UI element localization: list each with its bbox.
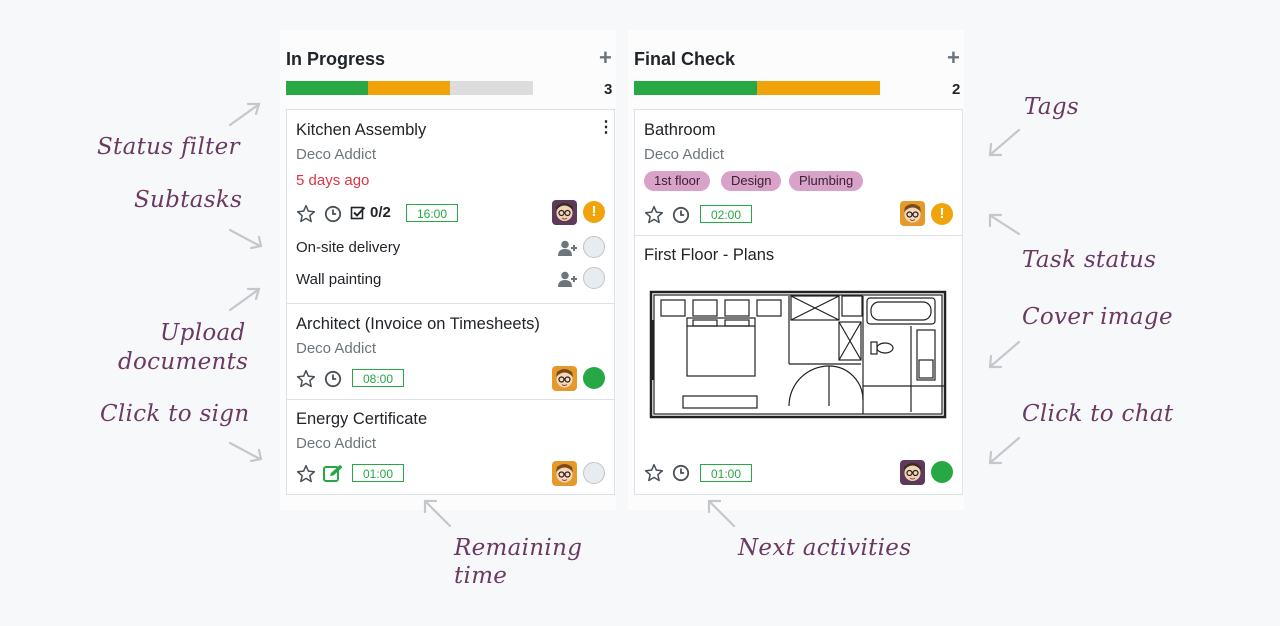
- annotation-task-status: Task status: [1022, 247, 1157, 273]
- task-title: Architect (Invoice on Timesheets): [296, 315, 540, 333]
- add-task-button[interactable]: +: [947, 47, 960, 69]
- task-card[interactable]: First Floor - Plans 01:00: [635, 236, 962, 494]
- status-filter-bar[interactable]: [634, 81, 880, 95]
- annotation-status-filter: Status filter: [97, 134, 240, 160]
- annotation-upload-line1: Upload: [160, 320, 246, 346]
- task-title: First Floor - Plans: [644, 246, 775, 264]
- task-card[interactable]: Kitchen Assembly ⋮ Deco Addict 5 days ag…: [287, 110, 614, 303]
- add-user-icon[interactable]: [558, 240, 578, 256]
- add-task-button[interactable]: +: [599, 47, 612, 69]
- star-icon[interactable]: [296, 204, 316, 224]
- task-card-group: Bathroom Deco Addict 1st floor Design Pl…: [634, 109, 963, 495]
- clock-icon[interactable]: [324, 205, 342, 223]
- avatar[interactable]: [552, 200, 577, 225]
- annotation-click-to-chat: Click to chat: [1022, 401, 1174, 427]
- checkbox-icon[interactable]: [350, 205, 366, 221]
- arrow-icon: [988, 436, 1021, 465]
- remaining-time: 02:00: [700, 205, 752, 223]
- task-title: Bathroom: [644, 121, 716, 139]
- tag-design[interactable]: Design: [721, 171, 782, 191]
- task-customer: Deco Addict: [644, 146, 725, 163]
- task-deadline: 5 days ago: [296, 172, 370, 189]
- task-status-warning[interactable]: !: [931, 203, 953, 225]
- annotation-subtasks: Subtasks: [134, 187, 243, 213]
- subtask-item[interactable]: On-site delivery: [296, 239, 400, 256]
- task-customer: Deco Addict: [296, 435, 377, 452]
- star-icon[interactable]: [644, 205, 664, 225]
- sign-icon[interactable]: [323, 464, 344, 483]
- remaining-time: 16:00: [406, 204, 458, 222]
- column-count: 2: [952, 81, 961, 98]
- add-user-icon[interactable]: [558, 271, 578, 287]
- arrow-icon: [707, 499, 736, 528]
- avatar[interactable]: [900, 201, 925, 226]
- task-status-done[interactable]: [583, 367, 605, 389]
- tag-1st-floor[interactable]: 1st floor: [644, 171, 711, 191]
- arrow-icon: [988, 128, 1021, 157]
- progress-done[interactable]: [634, 81, 757, 95]
- annotation-cover-image: Cover image: [1022, 304, 1173, 330]
- annotation-remaining-line1: Remaining: [454, 535, 583, 561]
- star-icon[interactable]: [296, 369, 316, 389]
- task-title: Energy Certificate: [296, 410, 428, 428]
- status-filter-bar[interactable]: [286, 81, 533, 95]
- arrow-icon: [228, 228, 263, 250]
- clock-icon[interactable]: [672, 464, 690, 482]
- subtask-status[interactable]: [583, 236, 605, 258]
- annotation-tags: Tags: [1024, 94, 1079, 120]
- remaining-time: 08:00: [352, 369, 404, 387]
- task-title: Kitchen Assembly: [296, 121, 427, 139]
- arrow-icon: [988, 340, 1021, 369]
- avatar[interactable]: [900, 460, 925, 485]
- progress-rest[interactable]: [450, 81, 533, 95]
- progress-warning[interactable]: [757, 81, 880, 95]
- arrow-icon: [228, 102, 261, 127]
- star-icon[interactable]: [296, 464, 316, 484]
- annotation-remaining-line2: time: [454, 563, 508, 589]
- avatar[interactable]: [552, 461, 577, 486]
- task-card[interactable]: Architect (Invoice on Timesheets) Deco A…: [287, 304, 614, 399]
- annotation-upload-line2: documents: [118, 349, 249, 375]
- column-count: 3: [604, 81, 613, 98]
- task-status-done[interactable]: [931, 461, 953, 483]
- task-status-warning[interactable]: !: [583, 201, 605, 223]
- clock-icon[interactable]: [672, 206, 690, 224]
- remaining-time: 01:00: [700, 464, 752, 482]
- task-card[interactable]: Bathroom Deco Addict 1st floor Design Pl…: [635, 110, 962, 235]
- task-status-normal[interactable]: [583, 462, 605, 484]
- subtask-status[interactable]: [583, 267, 605, 289]
- arrow-icon: [228, 287, 261, 312]
- tag-plumbing[interactable]: Plumbing: [789, 171, 864, 191]
- progress-done[interactable]: [286, 81, 368, 95]
- subtask-counter[interactable]: 0/2: [370, 204, 391, 221]
- column-title: Final Check: [634, 49, 736, 69]
- task-card-group: Kitchen Assembly ⋮ Deco Addict 5 days ag…: [286, 109, 615, 495]
- column-title: In Progress: [286, 49, 386, 69]
- annotation-next-activities: Next activities: [738, 535, 912, 561]
- avatar[interactable]: [552, 366, 577, 391]
- arrow-icon: [228, 441, 263, 463]
- clock-icon[interactable]: [324, 370, 342, 388]
- remaining-time: 01:00: [352, 464, 404, 482]
- star-icon[interactable]: [644, 463, 664, 483]
- task-customer: Deco Addict: [296, 340, 377, 357]
- task-customer: Deco Addict: [296, 146, 377, 163]
- task-card[interactable]: Energy Certificate Deco Addict 01:00: [287, 400, 614, 494]
- kebab-menu-icon[interactable]: ⋮: [598, 120, 614, 136]
- arrow-icon: [988, 213, 1021, 236]
- floor-plan-cover-image[interactable]: [649, 290, 949, 422]
- progress-warning[interactable]: [368, 81, 450, 95]
- annotation-click-to-sign: Click to sign: [100, 401, 250, 427]
- arrow-icon: [423, 499, 452, 528]
- subtask-item[interactable]: Wall painting: [296, 271, 381, 288]
